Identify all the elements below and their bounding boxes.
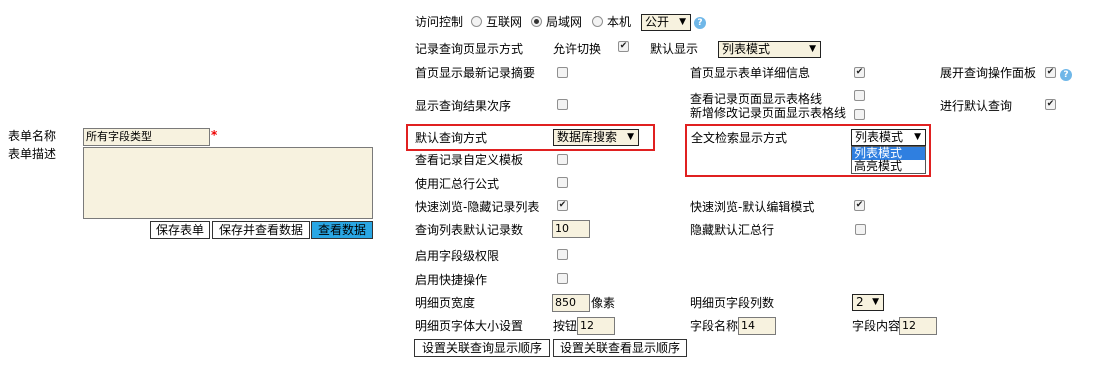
radio-local-label: 本机 [607, 15, 632, 29]
required-mark: * [211, 128, 218, 142]
chevron-down-icon: ▼ [914, 132, 921, 142]
quick-ops-checkbox[interactable] [557, 273, 568, 284]
default-display-label: 默认显示 [650, 42, 699, 56]
field-name-size-input[interactable]: 14 [738, 317, 776, 335]
field-content-size-input[interactable]: 12 [899, 317, 937, 335]
field-content-size-label: 字段内容 [852, 319, 901, 333]
radio-internet-label: 互联网 [486, 15, 523, 29]
list-default-count-label: 查询列表默认记录数 [415, 223, 524, 237]
dropdown-option-highlight-mode[interactable]: 高亮模式 [852, 160, 925, 173]
field-permission-label: 启用字段级权限 [415, 249, 500, 263]
button-size-label: 按钮 [553, 319, 578, 333]
summary-formula-checkbox[interactable] [557, 177, 568, 188]
chevron-down-icon: ▼ [872, 297, 879, 307]
add-edit-lines-checkbox[interactable] [854, 109, 865, 120]
view-data-button[interactable]: 查看数据 [311, 221, 373, 239]
help-icon[interactable]: ? [694, 17, 706, 29]
default-query-run-label: 进行默认查询 [940, 99, 1013, 113]
radio-lan-label: 局域网 [546, 15, 583, 29]
custom-template-checkbox[interactable] [557, 154, 568, 165]
default-query-mode-select[interactable]: 数据库搜索 ▼ [553, 129, 639, 146]
chevron-down-icon: ▼ [627, 132, 634, 142]
show-order-checkbox[interactable] [557, 99, 568, 110]
custom-template-label: 查看记录自定义模板 [415, 153, 524, 167]
home-detail-checkbox[interactable]: ✔ [854, 67, 865, 78]
allow-switch-checkbox[interactable]: ✔ [618, 41, 629, 52]
hide-summary-label: 隐藏默认汇总行 [690, 223, 775, 237]
detail-cols-select[interactable]: 2 ▼ [852, 294, 884, 311]
fulltext-mode-value: 列表模式 [855, 130, 904, 144]
detail-width-unit: 像素 [591, 296, 616, 310]
default-display-select[interactable]: 列表模式 ▼ [718, 41, 821, 58]
radio-internet[interactable] [471, 16, 482, 27]
detail-cols-label: 明细页字段列数 [690, 296, 775, 310]
view-table-lines-checkbox[interactable] [854, 90, 865, 101]
chevron-down-icon: ▼ [679, 17, 686, 27]
help-icon[interactable]: ? [1060, 69, 1072, 81]
field-name-size-label: 字段名称 [690, 319, 739, 333]
quick-hide-list-label: 快速浏览-隐藏记录列表 [415, 200, 540, 214]
assoc-view-order-button[interactable]: 设置关联查看显示顺序 [553, 339, 687, 357]
access-control-label: 访问控制 [415, 15, 464, 29]
detail-width-input[interactable]: 850 [552, 294, 590, 312]
quick-default-edit-label: 快速浏览-默认编辑模式 [690, 200, 815, 214]
list-default-count-input[interactable]: 10 [552, 220, 590, 238]
default-display-value: 列表模式 [722, 42, 771, 56]
home-detail-label: 首页显示表单详细信息 [690, 66, 811, 80]
default-query-run-checkbox[interactable]: ✔ [1045, 99, 1056, 110]
detail-width-label: 明细页宽度 [415, 296, 476, 310]
visibility-select-value: 公开 [645, 15, 670, 29]
quick-default-edit-checkbox[interactable]: ✔ [854, 200, 865, 211]
button-size-input[interactable]: 12 [577, 317, 615, 335]
expand-panel-checkbox[interactable]: ✔ [1045, 67, 1056, 78]
quick-ops-label: 启用快捷操作 [415, 273, 488, 287]
radio-lan[interactable] [531, 16, 542, 27]
allow-switch-label: 允许切换 [553, 42, 602, 56]
form-name-input[interactable]: 所有字段类型 [83, 128, 210, 146]
expand-panel-label: 展开查询操作面板 [940, 66, 1037, 80]
fulltext-mode-select[interactable]: 列表模式 ▼ [851, 129, 926, 146]
assoc-query-order-button[interactable]: 设置关联查询显示顺序 [414, 339, 550, 357]
add-edit-lines-label: 新增修改记录页面显示表格线 [690, 106, 847, 120]
visibility-select[interactable]: 公开 ▼ [641, 14, 691, 31]
fulltext-mode-dropdown: 列表模式 高亮模式 [851, 146, 926, 174]
summary-formula-label: 使用汇总行公式 [415, 177, 500, 191]
show-order-label: 显示查询结果次序 [415, 99, 512, 113]
default-query-mode-label: 默认查询方式 [415, 131, 488, 145]
hide-summary-checkbox[interactable] [855, 224, 866, 235]
fulltext-mode-label: 全文检索显示方式 [691, 131, 788, 145]
form-name-label: 表单名称 [8, 129, 57, 143]
home-latest-label: 首页显示最新记录摘要 [415, 66, 536, 80]
field-permission-checkbox[interactable] [557, 249, 568, 260]
record-query-display-label: 记录查询页显示方式 [415, 42, 524, 56]
chevron-down-icon: ▼ [809, 44, 816, 54]
form-desc-label: 表单描述 [8, 147, 57, 161]
form-desc-textarea[interactable] [83, 147, 373, 219]
save-and-view-button[interactable]: 保存并查看数据 [212, 221, 310, 239]
detail-cols-value: 2 [856, 295, 864, 309]
home-latest-checkbox[interactable] [557, 67, 568, 78]
save-form-button[interactable]: 保存表单 [150, 221, 210, 239]
radio-local[interactable] [592, 16, 603, 27]
default-query-mode-value: 数据库搜索 [557, 130, 618, 144]
quick-hide-list-checkbox[interactable]: ✔ [557, 200, 568, 211]
font-size-label: 明细页字体大小设置 [415, 319, 524, 333]
